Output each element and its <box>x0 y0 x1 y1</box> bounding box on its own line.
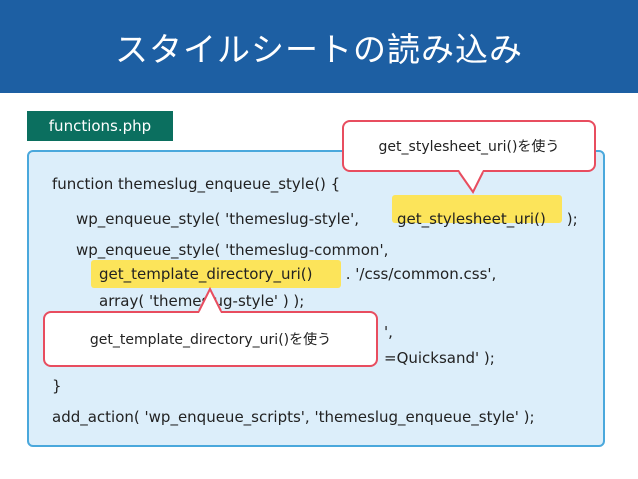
slide-title-bar: スタイルシートの読み込み <box>0 0 638 93</box>
slide-title: スタイルシートの読み込み <box>115 29 523 69</box>
code-line-4-suffix: . '/css/common.css', <box>341 265 497 283</box>
code-line-3: wp_enqueue_style( 'themeslug-common', <box>76 241 389 259</box>
callout-stylesheet-uri: get_stylesheet_uri()を使う <box>342 120 596 172</box>
code-line-2-prefix: wp_enqueue_style( 'themeslug-style', <box>76 210 364 228</box>
callout-stylesheet-uri-text: get_stylesheet_uri()を使う <box>378 139 560 155</box>
code-line-9: add_action( 'wp_enqueue_scripts', 'theme… <box>52 408 535 426</box>
code-line-8: } <box>52 377 62 395</box>
file-name-label: functions.php <box>48 117 152 135</box>
code-block: function themeslug_enqueue_style() { wp_… <box>27 150 605 447</box>
code-line-2-highlight: get_stylesheet_uri() <box>397 210 546 228</box>
callout-template-directory-uri-pointer <box>198 287 222 313</box>
callout-template-directory-uri-text: get_template_directory_uri()を使う <box>89 332 332 348</box>
code-line-2-suffix: ); <box>562 210 578 228</box>
code-line-1: function themeslug_enqueue_style() { <box>52 175 341 193</box>
callout-stylesheet-uri-pointer <box>458 170 484 194</box>
file-name-tab: functions.php <box>27 111 173 141</box>
callout-template-directory-uri: get_template_directory_uri()を使う <box>43 311 378 367</box>
code-line-4-highlight: get_template_directory_uri() <box>99 265 313 283</box>
code-line-7-partial: =Quicksand' ); <box>384 349 495 367</box>
code-line-6-partial: ', <box>384 323 393 341</box>
